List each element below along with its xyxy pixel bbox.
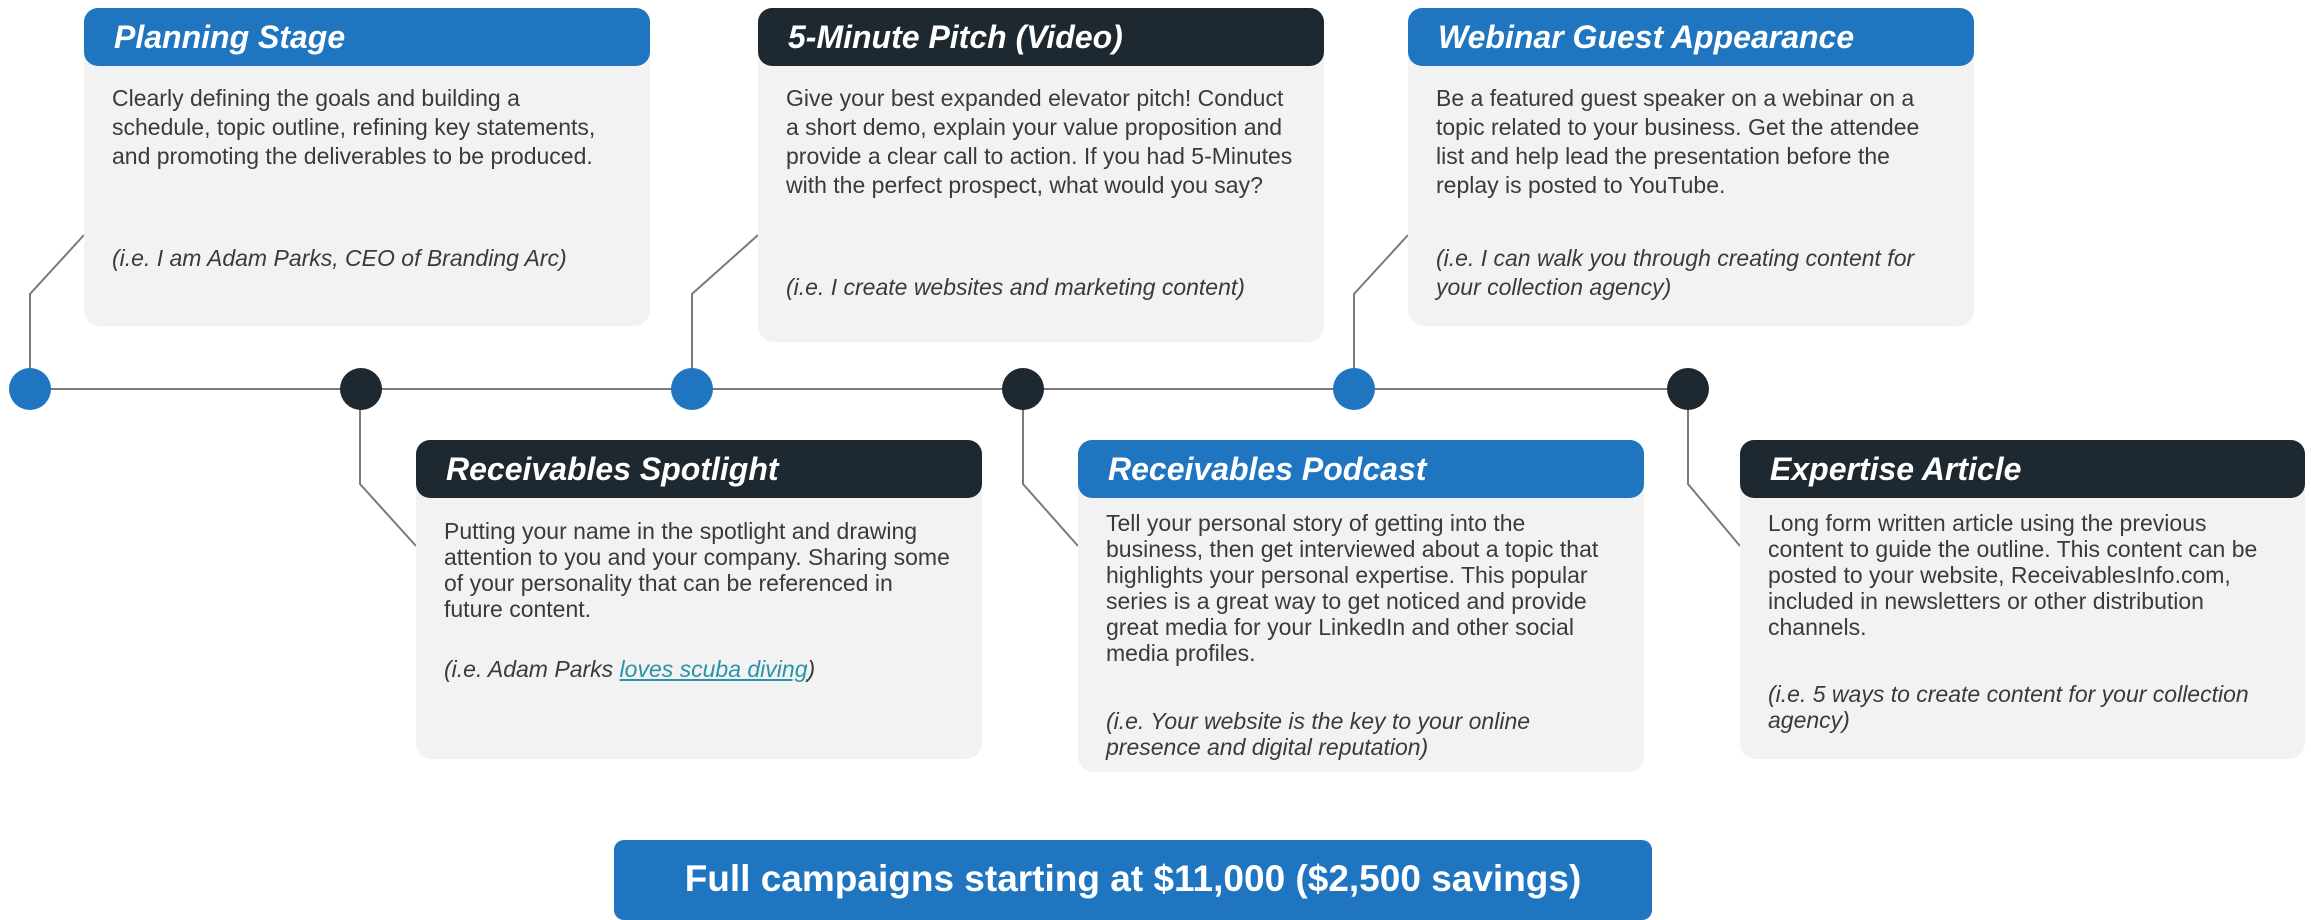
card-title: Planning Stage xyxy=(84,8,650,66)
connector-article xyxy=(1687,389,1741,547)
example-suffix: ) xyxy=(807,656,816,682)
card-title: 5-Minute Pitch (Video) xyxy=(758,8,1324,66)
card-title: Receivables Spotlight xyxy=(416,440,982,498)
card-body: Tell your personal story of getting into… xyxy=(1106,510,1599,666)
example-prefix: (i.e. Adam Parks xyxy=(444,656,620,682)
timeline-node-spotlight xyxy=(340,368,382,410)
connector-podcast xyxy=(1022,389,1079,547)
card-example: (i.e. I am Adam Parks, CEO of Branding A… xyxy=(112,245,567,271)
card-example: (i.e. I create websites and marketing co… xyxy=(786,274,1245,300)
card-example: (i.e. 5 ways to create content for your … xyxy=(1768,681,2249,733)
card-5-minute-pitch: 5-Minute Pitch (Video) Give your best ex… xyxy=(758,8,1324,342)
card-body: Be a featured guest speaker on a webinar… xyxy=(1436,85,1920,198)
card-example: (i.e. Your website is the key to your on… xyxy=(1106,708,1531,760)
timeline-node-podcast xyxy=(1002,368,1044,410)
scuba-diving-link[interactable]: loves scuba diving xyxy=(620,656,808,682)
card-body: Long form written article using the prev… xyxy=(1768,510,2258,640)
card-receivables-podcast: Receivables Podcast Tell your personal s… xyxy=(1078,440,1644,772)
timeline-node-planning xyxy=(9,368,51,410)
pricing-banner: Full campaigns starting at $11,000 ($2,5… xyxy=(614,840,1652,920)
card-example: (i.e. I can walk you through creating co… xyxy=(1436,245,1915,300)
card-webinar-guest: Webinar Guest Appearance Be a featured g… xyxy=(1408,8,1974,326)
timeline-node-article xyxy=(1667,368,1709,410)
card-body: Putting your name in the spotlight and d… xyxy=(444,518,950,622)
timeline-node-pitch xyxy=(671,368,713,410)
card-expertise-article: Expertise Article Long form written arti… xyxy=(1740,440,2305,759)
timeline-node-webinar xyxy=(1333,368,1375,410)
card-title: Expertise Article xyxy=(1740,440,2305,498)
connector-pitch xyxy=(691,234,759,389)
card-body: Clearly defining the goals and building … xyxy=(112,85,596,169)
card-receivables-spotlight: Receivables Spotlight Putting your name … xyxy=(416,440,982,759)
connector-spotlight xyxy=(359,389,417,547)
card-planning-stage: Planning Stage Clearly defining the goal… xyxy=(84,8,650,326)
card-title: Webinar Guest Appearance xyxy=(1408,8,1974,66)
connector-planning xyxy=(29,234,85,389)
connector-webinar xyxy=(1353,234,1409,389)
card-example: (i.e. Adam Parks loves scuba diving) xyxy=(444,655,956,684)
card-title: Receivables Podcast xyxy=(1078,440,1644,498)
card-body: Give your best expanded elevator pitch! … xyxy=(786,85,1293,198)
